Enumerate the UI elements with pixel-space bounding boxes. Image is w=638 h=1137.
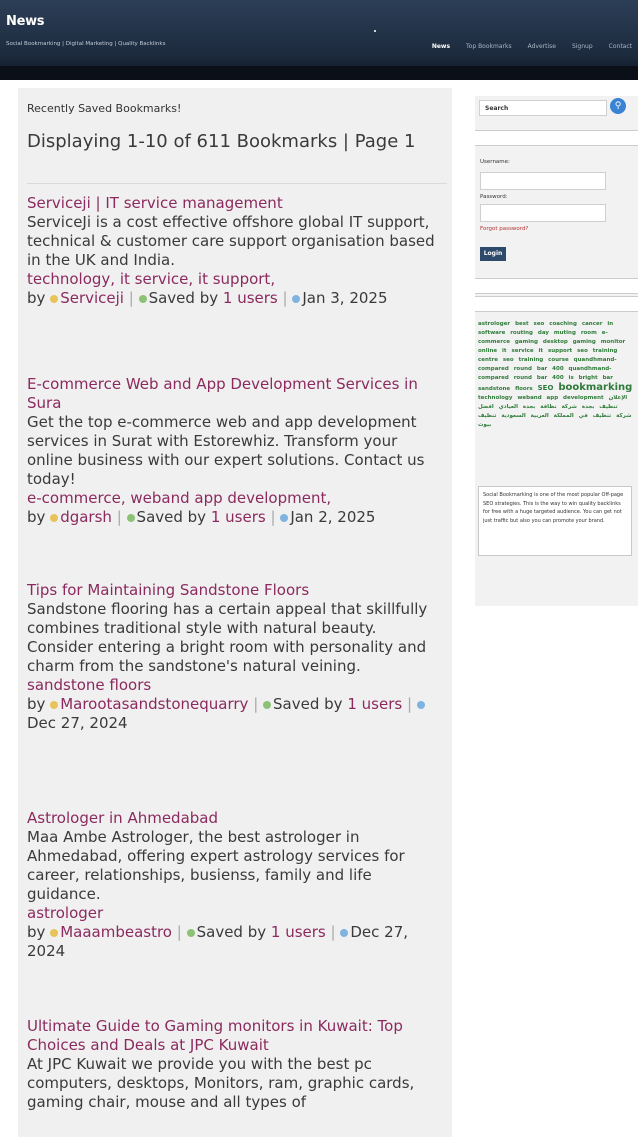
clock-icon [416,700,425,709]
recent-heading: Recently Saved Bookmarks! [27,102,182,115]
username-field[interactable] [480,172,606,190]
saved-count[interactable]: 1 users [347,695,402,713]
bookmark-tags[interactable]: e-commerce, weband app development, [27,489,447,508]
saved-count[interactable]: 1 users [271,923,326,941]
about-box: Social Bookmarking is one of the most po… [478,486,632,556]
nav-advertise[interactable]: Advertise [528,43,556,50]
bookmark-description: At JPC Kuwait we provide you with the be… [27,1055,415,1111]
bookmark-tags[interactable]: astrologer [27,904,447,923]
main-nav: News Top Bookmarks Advertise Signup Cont… [432,43,632,50]
by-label: by [27,508,46,526]
by-label: by [27,695,46,713]
nav-contact[interactable]: Contact [609,43,632,50]
search-icon[interactable]: ⚲ [610,98,626,114]
bookmark-description: Sandstone flooring has a certain appeal … [27,600,428,675]
saved-icon [186,928,195,937]
bookmark-tags[interactable]: technology, it service, it support, [27,270,447,289]
bookmark-date: Jan 2, 2025 [290,508,376,526]
bookmark-date: Jan 3, 2025 [302,289,388,307]
user-icon [50,513,59,522]
saved-icon [138,294,147,303]
bookmark-title[interactable]: E-commerce Web and App Development Servi… [27,375,447,413]
bookmark-description: ServiceJi is a cost effective offshore g… [27,213,435,269]
bookmark-item: Ultimate Guide to Gaming monitors in Kuw… [27,1017,447,1112]
saved-count[interactable]: 1 users [223,289,278,307]
bookmark-description: Maa Ambe Astrologer, the best astrologer… [27,828,405,903]
bookmark-title[interactable]: Ultimate Guide to Gaming monitors in Kuw… [27,1017,447,1055]
nav-signup[interactable]: Signup [572,43,593,50]
login-button[interactable]: Login [480,247,506,261]
by-label: by [27,923,46,941]
bookmark-title[interactable]: Astrologer in Ahmedabad [27,809,447,828]
nav-top-bookmarks[interactable]: Top Bookmarks [466,43,512,50]
user-icon [50,700,59,709]
bookmark-item: Astrologer in Ahmedabad Maa Ambe Astrolo… [27,809,447,961]
sidebar-divider [475,296,638,312]
bookmark-date: Dec 27, 2024 [27,714,128,732]
bookmark-meta: by dgarsh | Saved by 1 users | Jan 2, 20… [27,508,376,526]
username-label: Username: [480,159,510,165]
sidebar-divider [475,130,638,146]
nav-active-indicator [374,30,376,32]
user-icon [50,294,59,303]
bookmark-item: E-commerce Web and App Development Servi… [27,375,447,527]
bookmark-user[interactable]: Marootasandstonequarry [60,695,248,713]
bookmark-meta: by Serviceji | Saved by 1 users | Jan 3,… [27,289,388,307]
password-label: Password: [480,194,508,200]
header-strip [0,66,638,80]
bookmark-meta: by Marootasandstonequarry | Saved by 1 u… [27,695,447,733]
sidebar: Search ⚲ Username: Password: Forgot pass… [475,96,638,606]
bookmark-item: Tips for Maintaining Sandstone Floors Sa… [27,581,447,733]
bookmark-tags[interactable]: sandstone floors [27,676,447,695]
tag-cloud: astrologer best seo coaching cancer in s… [478,320,636,430]
site-logo[interactable]: News [6,14,45,29]
user-icon [50,928,59,937]
saved-label: Saved by [136,508,207,526]
search-input[interactable]: Search [479,100,607,116]
password-field[interactable] [480,204,606,222]
tag-cloud-link[interactable]: SEO [538,384,554,392]
bookmark-item: Serviceji | IT service management Servic… [27,194,447,308]
saved-icon [263,700,272,709]
saved-label: Saved by [148,289,219,307]
saved-label: Saved by [196,923,267,941]
saved-icon [126,513,135,522]
site-tagline: Social Bookmarking | Digital Marketing |… [6,41,166,47]
tag-cloud-links[interactable]: technology weband app development [478,395,604,401]
clock-icon [340,928,349,937]
by-label: by [27,289,46,307]
bookmark-title[interactable]: Tips for Maintaining Sandstone Floors [27,581,447,600]
bookmark-meta: by Maaambeastro | Saved by 1 users | Dec… [27,923,409,960]
clock-icon [280,513,289,522]
bookmark-description: Get the top e-commerce web and app devel… [27,413,425,488]
forgot-password-link[interactable]: Forgot password? [480,226,528,232]
saved-count[interactable]: 1 users [211,508,266,526]
page-title: Displaying 1-10 of 611 Bookmarks | Page … [27,131,416,152]
main-content: Recently Saved Bookmarks! Displaying 1-1… [18,88,452,1137]
bookmark-user[interactable]: dgarsh [60,508,112,526]
tag-cloud-link[interactable]: bookmarking [558,382,632,393]
divider [27,183,447,184]
clock-icon [292,294,301,303]
bookmark-title[interactable]: Serviceji | IT service management [27,194,447,213]
bookmark-user[interactable]: Maaambeastro [60,923,172,941]
bookmark-user[interactable]: Serviceji [60,289,124,307]
sidebar-divider [475,278,638,294]
nav-news[interactable]: News [432,43,450,50]
saved-label: Saved by [273,695,343,713]
site-header: News Social Bookmarking | Digital Market… [0,0,638,80]
